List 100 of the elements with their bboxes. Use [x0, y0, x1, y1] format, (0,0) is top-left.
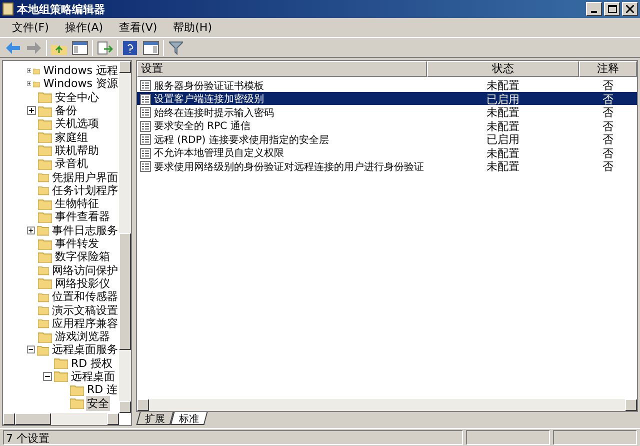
folder-icon	[38, 158, 52, 170]
folder-icon	[38, 144, 52, 156]
table-row[interactable]: 始终在连接时提示输入密码 未配置 否	[137, 105, 637, 118]
policy-icon	[140, 148, 151, 158]
tree-item[interactable]: 网络访问保护	[51, 262, 119, 278]
folder-icon	[38, 104, 52, 117]
folder-icon	[38, 184, 49, 196]
comment-cell-text: 否	[602, 159, 614, 174]
folder-icon	[38, 210, 52, 223]
folder-icon	[38, 330, 52, 343]
comment-cell-text: 否	[602, 78, 614, 93]
setting-name: 设置客户端连接加密级别	[154, 92, 264, 106]
state-cell-text: 未配置	[486, 146, 520, 160]
table-row[interactable]: 远程 (RDP) 连接要求使用指定的安全层 已启用 否	[137, 132, 637, 146]
policy-icon	[140, 94, 151, 104]
tree-item[interactable]: 游戏浏览器	[54, 329, 111, 344]
setting-name: 要求使用网络级别的身份验证对远程连接的用户进行身份验证	[154, 160, 424, 174]
folder-icon	[36, 224, 49, 236]
comment-cell-text: 否	[602, 118, 614, 134]
tree-item[interactable]: 位置和传感器	[51, 289, 119, 304]
tree-item[interactable]: 安全	[86, 396, 110, 411]
tree-item[interactable]: 数字保险箱	[54, 249, 111, 264]
tree-item[interactable]: 凭据用户界面	[51, 170, 119, 185]
filter-icon[interactable]	[167, 38, 185, 56]
state-cell-text: 未配置	[486, 118, 520, 134]
tree-item[interactable]: RD 授权	[70, 356, 114, 371]
policy-icon	[140, 80, 151, 91]
setting-name: 始终在连接时提示输入密码	[154, 106, 274, 120]
column-header[interactable]: 注释	[579, 61, 637, 77]
tree-item[interactable]: Windows 远程	[42, 63, 119, 78]
state-cell-text: 未配置	[486, 78, 520, 93]
status-text: 7 个设置	[3, 430, 463, 445]
horizontal-scrollbar[interactable]	[3, 413, 119, 425]
tree-item[interactable]: RD 连	[86, 382, 119, 398]
table-row[interactable]: 要求使用网络级别的身份验证对远程连接的用户进行身份验证 未配置 否	[137, 159, 637, 172]
setting-name: 要求安全的 RPC 通信	[154, 120, 250, 133]
comment-cell-text: 否	[602, 105, 614, 120]
table-row[interactable]: 要求安全的 RPC 通信 未配置 否	[137, 118, 637, 132]
table-row[interactable]: 不允许本地管理员自定义权限 未配置 否	[137, 146, 637, 159]
tree-item[interactable]: 网络投影仪	[54, 276, 111, 291]
folder-icon	[38, 277, 52, 290]
console-tree-icon[interactable]	[71, 38, 89, 56]
tree-item[interactable]: 备份	[54, 103, 78, 118]
close-button[interactable]	[622, 2, 638, 16]
folder-icon	[38, 118, 52, 130]
folder-icon	[38, 317, 49, 330]
close-icon	[626, 5, 634, 13]
tree-item[interactable]: 录音机	[54, 156, 89, 172]
setting-name: 服务器身份验证证书模板	[154, 80, 264, 92]
horizontal-scrollbar[interactable]	[137, 399, 637, 411]
maximize-button[interactable]	[604, 2, 620, 16]
app-icon	[2, 2, 14, 16]
menu-item[interactable]: 操作(A)	[56, 20, 112, 35]
menu-item[interactable]: 帮助(H)	[165, 20, 220, 35]
collapse-toggle-icon[interactable]	[43, 372, 52, 381]
action-pane-icon[interactable]	[142, 38, 160, 56]
tree-item[interactable]: 安全中心	[54, 90, 100, 105]
expand-toggle-icon[interactable]	[27, 79, 32, 88]
tree-item[interactable]: 演示文稿设置	[51, 302, 119, 318]
tree-item[interactable]: 事件查看器	[54, 209, 111, 224]
expand-toggle-icon[interactable]	[27, 66, 32, 76]
tree-item[interactable]: 远程桌面	[70, 368, 116, 384]
column-header[interactable]: 状态	[427, 61, 579, 77]
folder-icon	[54, 370, 68, 382]
tree-item[interactable]: 任务计划程序	[51, 182, 119, 198]
tree-item[interactable]: 关机选项	[54, 116, 100, 132]
folder-icon	[70, 397, 84, 410]
policy-icon	[140, 134, 151, 145]
expand-toggle-icon[interactable]	[27, 226, 35, 235]
maximize-icon	[608, 5, 616, 13]
folder-icon	[70, 384, 84, 396]
vertical-scrollbar[interactable]	[119, 61, 131, 413]
tree-item[interactable]: 应用程序兼容	[51, 316, 119, 331]
table-row[interactable]: 设置客户端连接加密级别 已启用 否	[137, 92, 637, 105]
setting-name: 远程 (RDP) 连接要求使用指定的安全层	[154, 134, 329, 146]
help-icon[interactable]	[121, 38, 139, 56]
state-cell-text: 已启用	[486, 132, 520, 147]
tree-item[interactable]: 生物特征	[54, 196, 100, 212]
menu-item[interactable]: 文件(F)	[4, 20, 57, 35]
folder-icon	[38, 250, 52, 263]
folder-icon	[38, 238, 52, 250]
view-tab[interactable]: 标准	[170, 412, 208, 425]
expand-toggle-icon[interactable]	[27, 106, 36, 116]
tree-item[interactable]: 家庭组	[54, 130, 89, 145]
tree-item[interactable]: 事件转发	[54, 236, 100, 252]
collapse-toggle-icon[interactable]	[27, 345, 35, 354]
policy-icon	[140, 120, 151, 132]
table-row[interactable]: 服务器身份验证证书模板 未配置 否	[137, 78, 637, 92]
folder-icon	[38, 290, 49, 303]
folder-icon	[38, 304, 49, 316]
tree-item[interactable]: 联机帮助	[54, 142, 100, 158]
view-tab[interactable]: 扩展	[136, 412, 174, 425]
export-list-icon[interactable]	[96, 38, 114, 56]
tree-item[interactable]: Windows 资源	[42, 76, 119, 92]
tree-item[interactable]: 事件日志服务	[51, 222, 119, 238]
tree-item[interactable]: 远程桌面服务	[51, 342, 119, 358]
minimize-button[interactable]	[586, 2, 602, 16]
column-header[interactable]: 设置	[137, 61, 427, 77]
menu-item[interactable]: 查看(V)	[111, 20, 166, 35]
comment-cell-text: 否	[602, 146, 614, 160]
